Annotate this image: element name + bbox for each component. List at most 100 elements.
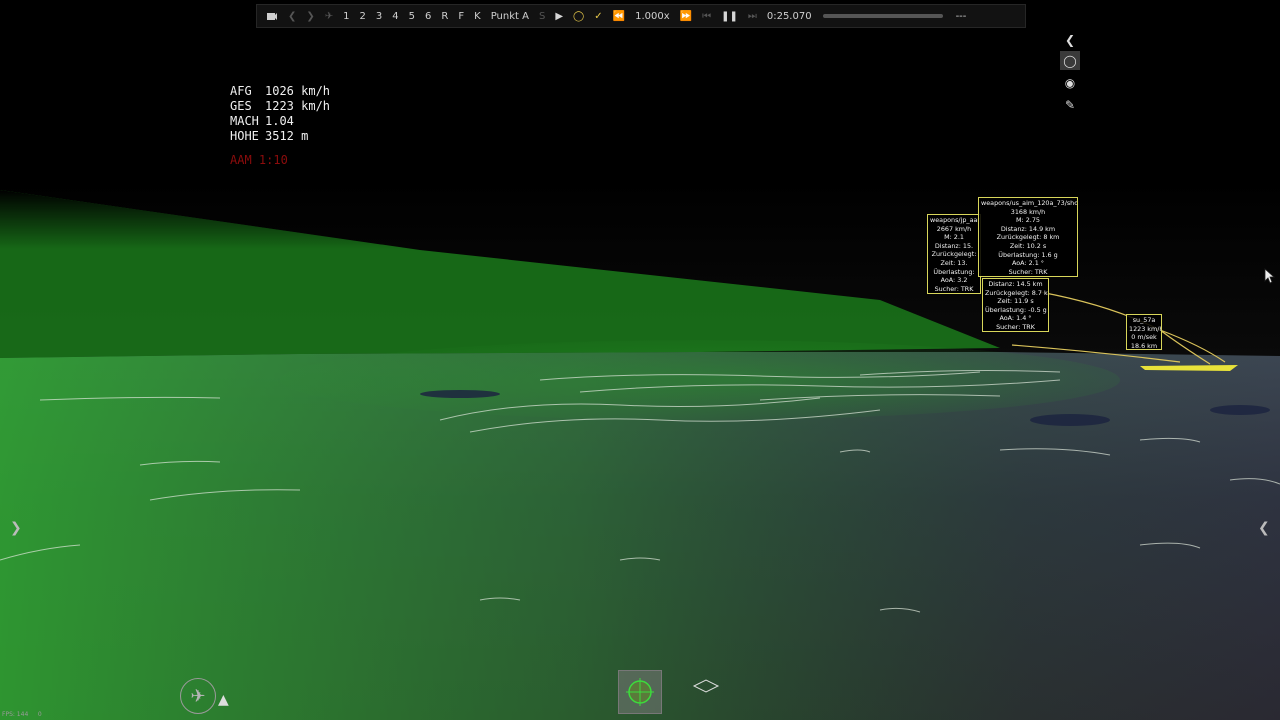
time-display: 0:25.070 (766, 10, 812, 22)
unit-thumbnail-button[interactable] (618, 670, 662, 714)
view-r-button[interactable]: R (436, 5, 453, 27)
view-2-button[interactable]: 2 (355, 5, 371, 27)
speed-display: 1.000x (635, 10, 670, 22)
marker-icon: ◯ (1063, 53, 1077, 68)
chevron-left-icon: ❮ (1258, 520, 1270, 536)
aircraft-compass-button[interactable]: ✈ (180, 678, 216, 714)
label-line: 1223 km/h (1129, 324, 1162, 333)
label-line: Zeit: 11.9 s (997, 297, 1034, 306)
chevron-left-icon: ❮ (288, 10, 297, 22)
label-line: M: 2.75 (1016, 216, 1040, 225)
label-line: 0 m/sek (1131, 333, 1157, 342)
point-a-button[interactable]: Punkt A (486, 5, 534, 27)
crosshair-icon (626, 678, 654, 706)
rewind-icon[interactable]: ⏪ (608, 5, 630, 27)
globe-tool-button[interactable]: ◉ (1060, 73, 1080, 92)
flight-hud: AFG 1026 km/h GES 1223 km/h MACH 1.04 HOHE 3… (230, 84, 330, 144)
marker-icon[interactable]: ◯ (568, 5, 589, 27)
label-line: Zeit: 13. (940, 258, 968, 267)
pause-icon[interactable]: ❚❚ (716, 5, 743, 27)
brush-icon: ✎ (1064, 97, 1076, 112)
s-button[interactable]: S (534, 5, 550, 27)
missile-label-jp[interactable]: weapons/jp_aam 2667 km/h M: 2.1 Distanz:… (927, 214, 981, 294)
label-line: Distanz: 14.9 km (1000, 224, 1056, 233)
hud-value: 1026 km/h (265, 84, 331, 98)
hud-label: HOHE (230, 129, 259, 143)
replay-toolbar: ❮ ❯ ✈ 1 2 3 4 5 6 R F K Punkt A S ▶ ◯ ✓ … (256, 4, 1026, 28)
label-line: su_57a (1132, 316, 1156, 324)
label-line: weapons/jp_aam (930, 216, 981, 224)
aircraft-icon: ✈ (190, 685, 206, 707)
view-3-button[interactable]: 3 (371, 5, 387, 27)
dashes-label: --- (955, 10, 967, 22)
left-panel-toggle[interactable]: ❯ (10, 520, 22, 536)
trajectory-icon[interactable]: ✓ (589, 5, 607, 27)
fps-label: FPS: 144 (2, 711, 29, 718)
label-line: Zurückgelegt: 8.7 km (985, 288, 1049, 297)
label-line: Distanz: 15. (934, 241, 974, 250)
label-line: weapons/us_aim_120a_73/short (981, 199, 1078, 207)
right-panel-toggle[interactable]: ❮ (1258, 520, 1270, 536)
hud-row: HOHE 3512 m (230, 129, 330, 144)
label-line: Distanz: 14.5 km (988, 280, 1043, 288)
label-line: Zurückgelegt: 8 km (996, 233, 1060, 242)
label-line: 2667 km/h (936, 224, 972, 233)
chevron-up-icon: ▲ (218, 692, 229, 708)
label-line: Überlastung: 1.6 g (998, 250, 1058, 259)
cursor-icon[interactable]: ▶ (550, 5, 568, 27)
hud-row: AFG 1026 km/h (230, 84, 330, 99)
label-line: Überlastung: -0.5 g (985, 305, 1047, 314)
brush-tool-button[interactable]: ✎ (1060, 95, 1080, 114)
missile-label-third[interactable]: Distanz: 14.5 km Zurückgelegt: 8.7 km Ze… (982, 278, 1049, 332)
label-line: 18.6 km (1130, 341, 1158, 350)
chevron-right-icon: ❯ (10, 520, 22, 536)
timeline-scrubber[interactable] (822, 14, 943, 18)
skip-forward-icon[interactable]: ⏭ (743, 5, 762, 27)
expand-panel-button[interactable]: ▲ (218, 692, 229, 708)
hud-label: GES (230, 99, 252, 113)
chevron-left-icon: ❮ (1064, 32, 1076, 47)
hud-row: MACH 1.04 (230, 114, 330, 129)
aam-warning: AAM 1:10 (230, 153, 288, 167)
label-line: Sucher: TRK (934, 284, 974, 293)
label-line: AoA: 3.2 (940, 276, 968, 285)
chevron-right-icon: ❯ (306, 10, 315, 22)
camera-icon[interactable] (261, 5, 283, 27)
view-4-button[interactable]: 4 (387, 5, 403, 27)
view-f-button[interactable]: F (453, 5, 469, 27)
hud-value: 1223 km/h (265, 99, 331, 113)
label-line: 3168 km/h (1010, 207, 1046, 216)
hud-label: AFG (230, 84, 252, 98)
skip-back-icon[interactable]: ⏮ (697, 5, 716, 27)
hud-row: GES 1223 km/h (230, 99, 330, 114)
next-target-button[interactable]: ❯ (301, 5, 319, 27)
view-5-button[interactable]: 5 (404, 5, 420, 27)
aircraft-label-su57[interactable]: su_57a 1223 km/h 0 m/sek 18.6 km (1126, 314, 1162, 350)
fps-value: 0 (37, 711, 42, 718)
terrain-scene (0, 0, 1280, 720)
marker-tool-button[interactable]: ◯ (1060, 51, 1080, 70)
label-line: M: 2.1 (944, 233, 964, 242)
missile-label-aim120[interactable]: weapons/us_aim_120a_73/short 3168 km/h M… (978, 197, 1078, 277)
label-line: Zurückgelegt: (931, 250, 977, 259)
label-line: Sucher: TRK (996, 322, 1035, 331)
label-line: AoA: 2.1 ° (1011, 259, 1044, 268)
hud-value: 1.04 (265, 114, 294, 128)
hud-value: 3512 m (265, 129, 309, 143)
collapse-panel-button[interactable]: ❮ (1060, 30, 1080, 49)
mouse-cursor-icon (1264, 268, 1276, 288)
view-6-button[interactable]: 6 (420, 5, 436, 27)
aircraft-icon[interactable]: ✈ (320, 5, 338, 27)
label-line: Zeit: 10.2 s (1009, 241, 1047, 250)
label-line: Sucher: TRK (1008, 267, 1048, 276)
label-line: AoA: 1.4 ° (999, 314, 1032, 323)
diamond-marker-icon (692, 678, 720, 698)
globe-icon: ◉ (1064, 75, 1076, 90)
label-line: Überlastung: (933, 267, 975, 276)
fps-counter: FPS: 144 0 (2, 711, 42, 718)
view-1-button[interactable]: 1 (338, 5, 354, 27)
fast-forward-icon[interactable]: ⏩ (675, 5, 697, 27)
view-k-button[interactable]: K (469, 5, 486, 27)
prev-target-button[interactable]: ❮ (283, 5, 301, 27)
hud-label: MACH (230, 114, 259, 128)
